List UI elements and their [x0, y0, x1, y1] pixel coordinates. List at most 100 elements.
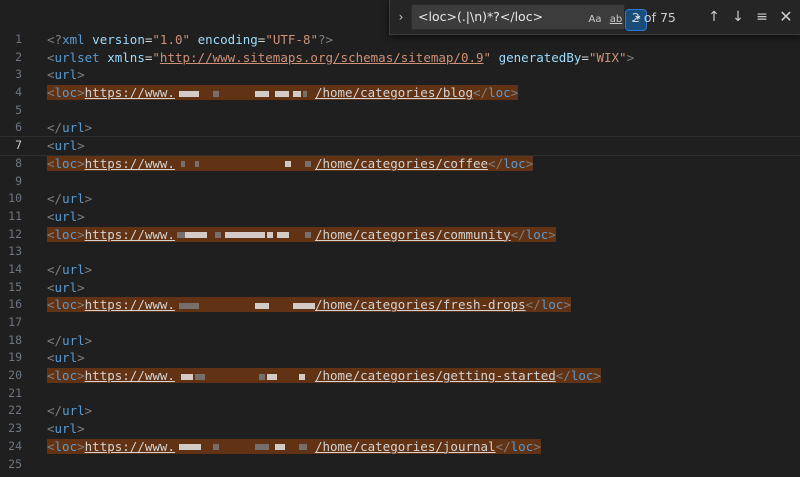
tag-bracket: <?: [47, 32, 63, 47]
code-line[interactable]: 10 </url>: [0, 190, 800, 208]
tag-bracket: >: [77, 297, 85, 313]
tag-bracket: >: [593, 368, 601, 384]
code-line[interactable]: 23 <url>: [0, 420, 800, 438]
tag-name: loc: [503, 155, 526, 171]
tag-name: url: [62, 261, 85, 277]
tag-name: url: [62, 120, 85, 136]
line-content: <url>: [47, 420, 85, 438]
tag-bracket: <: [47, 138, 55, 154]
code-editor[interactable]: 1 <?xml version="1.0" encoding="UTF-8"?> 2…: [0, 31, 800, 473]
tag-bracket: >: [84, 120, 93, 136]
attr-name: version: [92, 32, 145, 47]
tag-bracket: >: [563, 297, 571, 313]
code-line[interactable]: 13: [0, 243, 800, 261]
attr-value: "WIX": [588, 49, 627, 65]
tag-bracket: >: [77, 438, 85, 454]
line-content: </url>: [47, 119, 92, 137]
line-content: <url>: [47, 279, 85, 297]
code-line[interactable]: 5: [0, 102, 800, 120]
attr-value: "1.0": [152, 32, 191, 47]
search-match-highlight: <loc>https://www./home/categories/coffee…: [47, 155, 534, 171]
tag-bracket: >: [77, 279, 85, 295]
tag-bracket: </: [555, 368, 571, 384]
code-line[interactable]: 4 <loc>https://www./home/categories/blog<…: [0, 84, 800, 102]
tag-bracket: <: [47, 421, 55, 437]
code-line[interactable]: 6 </url>: [0, 119, 800, 137]
line-content: </url>: [47, 402, 92, 420]
tag-bracket: <: [47, 85, 55, 101]
whole-word-toggle[interactable]: ab: [606, 10, 626, 30]
code-line[interactable]: 24 <loc>https://www./home/categories/jour…: [0, 438, 800, 456]
line-number: 12: [8, 226, 22, 241]
arrow-up-icon[interactable]: ↑: [704, 7, 724, 27]
tag-bracket: ?>: [318, 32, 334, 47]
line-number: 7: [15, 138, 22, 153]
code-line[interactable]: 21: [0, 385, 800, 403]
find-widget: › <loc>(.|\n)*?</loc> Aa ab .* 2 of 75 ↑…: [389, 0, 800, 35]
code-line[interactable]: 15 <url>: [0, 279, 800, 297]
code-line[interactable]: 17: [0, 314, 800, 332]
code-line[interactable]: 9: [0, 173, 800, 191]
tag-bracket: >: [77, 155, 85, 171]
tag-bracket: </: [47, 191, 63, 207]
code-line[interactable]: 25: [0, 456, 800, 474]
find-input[interactable]: <loc>(.|\n)*?</loc> Aa ab .*: [411, 4, 647, 31]
tag-bracket: </: [47, 261, 63, 277]
code-line[interactable]: 20 <loc>https://www./home/categories/gett…: [0, 367, 800, 385]
line-number: 18: [8, 332, 22, 347]
line-content: <url>: [47, 66, 85, 84]
line-content: <url>: [47, 349, 85, 367]
tag-name: url: [62, 191, 85, 207]
tag-name: loc: [540, 297, 564, 313]
code-line[interactable]: 19 <url>: [0, 349, 800, 367]
tag-name: url: [54, 138, 78, 154]
code-line[interactable]: 11 <url>: [0, 208, 800, 226]
code-line[interactable]: 18 </url>: [0, 332, 800, 350]
line-content: <url>: [47, 137, 85, 155]
tag-bracket: <: [47, 67, 55, 83]
tag-name: loc: [54, 226, 78, 242]
line-number: 11: [8, 208, 22, 223]
tag-bracket: >: [77, 421, 85, 437]
match-case-toggle[interactable]: Aa: [586, 10, 604, 30]
code-line[interactable]: 7 <url>: [0, 136, 800, 156]
tag-bracket: </: [47, 403, 63, 419]
line-content: <loc>https://www./home/categories/journa…: [47, 438, 541, 456]
tag-name: loc: [54, 438, 78, 454]
line-content: </url>: [47, 332, 92, 350]
code-line[interactable]: 16 <loc>https://www./home/categories/fres…: [0, 296, 800, 314]
redacted-domain: [175, 301, 315, 311]
find-input-value: <loc>(.|\n)*?</loc>: [418, 9, 544, 24]
find-in-selection-icon[interactable]: ≡: [752, 7, 772, 27]
tag-name: url: [54, 421, 78, 437]
code-line[interactable]: 22 </url>: [0, 402, 800, 420]
code-line[interactable]: 2 <urlset xmlns = "http://www.sitemaps.org/…: [0, 49, 800, 67]
code-line[interactable]: 14 </url>: [0, 261, 800, 279]
tag-name: url: [54, 67, 78, 83]
tag-bracket: >: [77, 368, 85, 384]
close-icon[interactable]: ✕: [776, 7, 796, 27]
tag-bracket: <: [47, 226, 55, 242]
tag-bracket: >: [626, 49, 635, 65]
code-line[interactable]: 8 <loc>https://www./home/categories/coffe…: [0, 155, 800, 173]
tag-name: loc: [54, 155, 78, 171]
tag-name: loc: [54, 297, 78, 313]
line-number: 1: [15, 32, 22, 46]
tag-bracket: <: [47, 279, 55, 295]
line-number: 2: [15, 49, 22, 64]
line-number: 24: [8, 438, 22, 453]
line-content: <loc>https://www./home/categories/gettin…: [47, 367, 601, 385]
line-number: 21: [8, 385, 22, 400]
arrow-down-icon[interactable]: ↓: [728, 7, 748, 27]
tag-bracket: >: [84, 191, 93, 207]
code-line[interactable]: 12 <loc>https://www./home/categories/comm…: [0, 226, 800, 244]
line-number: 20: [8, 368, 22, 383]
loc-url-prefix: https://www.: [84, 155, 175, 171]
code-line[interactable]: 3 <url>: [0, 66, 800, 84]
chevron-right-icon[interactable]: ›: [394, 9, 408, 25]
loc-url-prefix: https://www.: [84, 297, 175, 313]
tag-bracket: >: [77, 226, 85, 242]
search-match-highlight: <loc>https://www./home/categories/journa…: [47, 438, 541, 454]
loc-url-suffix: /home/categories/getting-started: [314, 368, 556, 384]
line-content: <loc>https://www./home/categories/fresh-…: [47, 296, 571, 314]
